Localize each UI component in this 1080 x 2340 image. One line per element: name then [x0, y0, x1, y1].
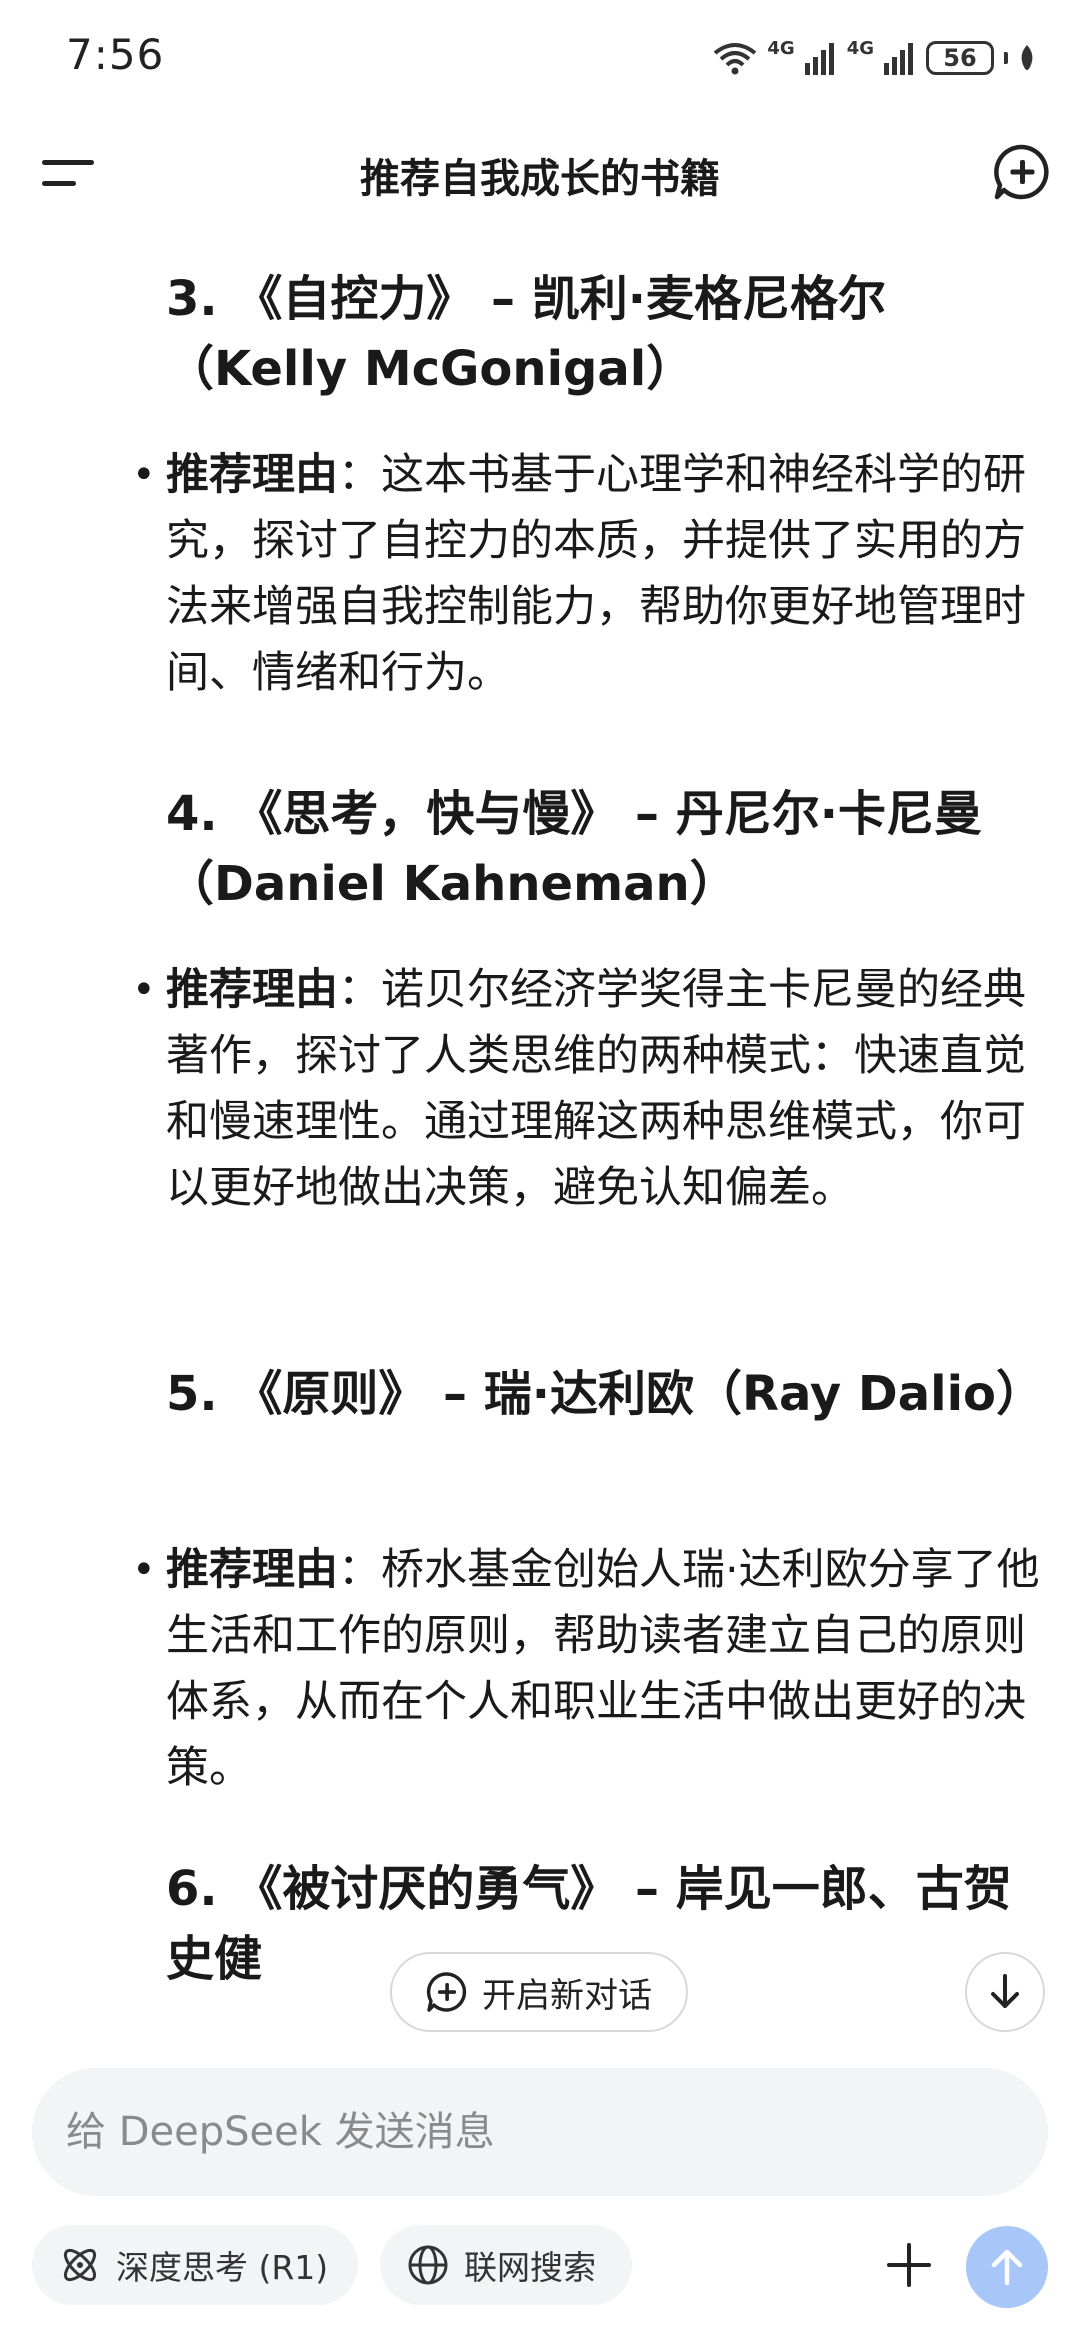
app-header: 推荐自我成长的书籍: [0, 120, 1080, 224]
network-label-2: 4G: [846, 37, 874, 59]
attach-button[interactable]: [870, 2226, 948, 2304]
chat-screen: 7:56 4G 4G 56 推荐自我成长的书籍 3. 《自控力》 – 凯利·麦格…: [0, 0, 1080, 2340]
bullet: •: [132, 452, 156, 498]
atom-icon: [63, 2248, 97, 2282]
deep-think-label: 深度思考 (R1): [116, 2248, 329, 2287]
book-title: 3. 《自控力》 – 凯利·麦格尼格尔（Kelly McGonigal）: [166, 271, 887, 397]
battery-tip: [1004, 52, 1008, 64]
bullet: •: [132, 967, 156, 1013]
status-icons: 4G 4G 56: [713, 38, 1036, 78]
reason-item: • 推荐理由：桥水基金创始人瑞·达利欧分享了他生活和工作的原则，帮助读者建立自己…: [132, 1537, 1046, 1801]
status-time: 7:56: [66, 30, 165, 79]
globe-icon: [408, 2245, 448, 2285]
wifi-icon: [714, 43, 757, 75]
reason-label: 推荐理由: [166, 450, 338, 500]
new-chat-label: 开启新对话: [482, 1975, 652, 2016]
book-title: 4. 《思考，快与慢》 – 丹尼尔·卡尼曼（Daniel Kahneman）: [166, 786, 983, 912]
new-chat-icon: [426, 1972, 467, 2012]
deep-think-toggle[interactable]: 深度思考 (R1): [32, 2225, 358, 2305]
battery-level: 56: [943, 44, 977, 72]
web-search-label: 联网搜索: [464, 2248, 596, 2287]
arrow-up-icon: [991, 2249, 1023, 2286]
page-title: 推荐自我成长的书籍: [360, 156, 720, 202]
message-input[interactable]: [64, 2108, 1048, 2156]
message-content: 3. 《自控力》 – 凯利·麦格尼格尔（Kelly McGonigal） • 推…: [0, 224, 1080, 2000]
send-button[interactable]: [966, 2226, 1048, 2308]
signal-icon-2: [884, 43, 913, 75]
new-chat-header-button[interactable]: [992, 142, 1052, 202]
plus-icon: [887, 2243, 931, 2287]
web-search-toggle[interactable]: 联网搜索: [380, 2225, 632, 2305]
reason-item: • 推荐理由：这本书基于心理学和神经科学的研究，探讨了自控力的本质，并提供了实用…: [132, 442, 1046, 706]
message-input-container[interactable]: [32, 2068, 1048, 2196]
scroll-to-bottom-button[interactable]: [965, 1952, 1045, 2032]
book-title: 5. 《原则》 – 瑞·达利欧（Ray Dalio）: [166, 1366, 1044, 1422]
network-label-1: 4G: [767, 37, 795, 59]
reason-label: 推荐理由: [166, 965, 338, 1015]
status-bar: 7:56 4G 4G 56: [0, 0, 1080, 120]
bullet: •: [132, 1547, 156, 1593]
battery-indicator: 56: [926, 41, 994, 75]
reason-label: 推荐理由: [166, 1545, 338, 1595]
new-chat-icon: [994, 144, 1049, 200]
reason-item: • 推荐理由：诺贝尔经济学奖得主卡尼曼的经典著作，探讨了人类思维的两种模式：快速…: [132, 957, 1046, 1221]
arrow-down-icon: [991, 1974, 1019, 2008]
new-chat-button[interactable]: 开启新对话: [390, 1952, 688, 2032]
signal-icon: [804, 43, 834, 75]
leaf-icon: [1021, 45, 1033, 70]
